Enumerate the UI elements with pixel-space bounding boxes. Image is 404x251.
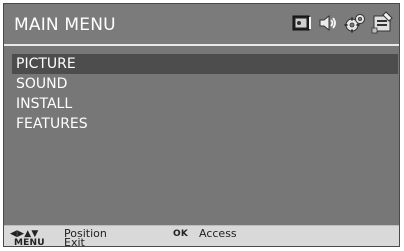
menu-item-sound[interactable]: SOUND [12, 74, 398, 94]
menu-title: MAIN MENU [14, 15, 116, 35]
access-hint-label: Access [199, 227, 237, 240]
features-tools-icon[interactable] [370, 11, 394, 35]
exit-hint-label: Exit [64, 236, 85, 249]
speaker-sound-icon[interactable] [316, 11, 340, 35]
menu-item-features[interactable]: FEATURES [12, 114, 398, 134]
menu-list: PICTURE SOUND INSTALL FEATURES [12, 54, 398, 134]
menu-header: MAIN MENU [4, 4, 399, 46]
main-menu-window: MAIN MENU PICTURE SOUND INSTALL FEATURES… [3, 3, 400, 249]
ok-key-hint: OK [173, 229, 189, 239]
tv-picture-icon[interactable] [290, 11, 314, 35]
menu-item-picture[interactable]: PICTURE [12, 54, 398, 74]
gears-install-icon[interactable] [343, 11, 367, 35]
help-bar: ◀▶▲▼ Position OK Access MENU Exit [4, 225, 399, 249]
menu-key-hint: MENU [14, 238, 45, 248]
menu-item-install[interactable]: INSTALL [12, 94, 398, 114]
